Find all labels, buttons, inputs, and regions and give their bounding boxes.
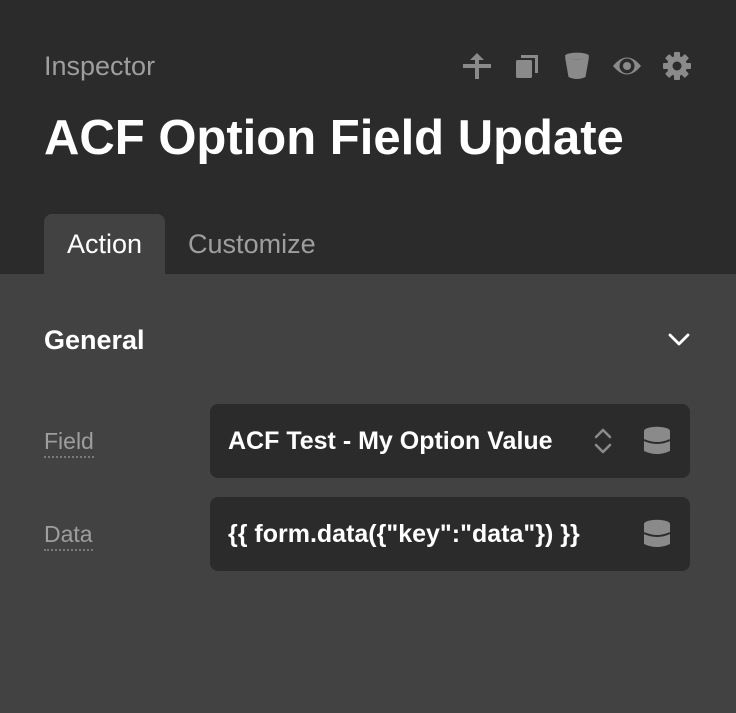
chevron-updown-icon xyxy=(594,428,612,454)
inspector-label: Inspector xyxy=(44,51,156,81)
inspector-tabs: Action Customize xyxy=(44,214,339,274)
eye-icon xyxy=(613,57,641,75)
field-row: Field ACF Test - My Option Value xyxy=(44,404,690,478)
field-select-value: ACF Test - My Option Value xyxy=(228,426,553,455)
database-icon xyxy=(643,426,671,454)
select-arrows xyxy=(588,421,618,461)
preview-button[interactable] xyxy=(612,51,642,81)
header-toolbar xyxy=(462,48,692,84)
field-label: Field xyxy=(44,427,210,458)
data-input[interactable]: {{ form.data({"key":"data"}) }} xyxy=(210,497,690,571)
database-icon xyxy=(643,519,671,547)
data-input-value: {{ form.data({"key":"data"}) }} xyxy=(228,519,580,548)
inspector-panel: Inspector ACF Option Field Update Action… xyxy=(0,0,736,713)
tab-action[interactable]: Action xyxy=(44,214,166,274)
data-label: Data xyxy=(44,520,210,551)
section-title: General xyxy=(44,324,145,355)
page-title: ACF Option Field Update xyxy=(44,111,624,165)
gear-icon xyxy=(663,52,691,80)
pin-icon xyxy=(463,53,491,79)
field-dynamic-data-button[interactable] xyxy=(640,421,674,461)
field-select[interactable]: ACF Test - My Option Value xyxy=(210,404,690,478)
tab-customize[interactable]: Customize xyxy=(165,214,339,274)
data-dynamic-data-button[interactable] xyxy=(640,514,674,554)
duplicate-button[interactable] xyxy=(512,51,542,81)
inspector-header: Inspector ACF Option Field Update Action… xyxy=(0,0,736,274)
data-row: Data {{ form.data({"key":"data"}) }} xyxy=(44,497,690,571)
delete-button[interactable] xyxy=(562,51,592,81)
field-label-text: Field xyxy=(44,427,94,458)
trash-icon xyxy=(565,52,589,79)
copy-icon xyxy=(516,55,538,78)
pin-button[interactable] xyxy=(462,51,492,81)
chevron-down-icon xyxy=(668,333,690,346)
data-label-text: Data xyxy=(44,520,93,551)
settings-button[interactable] xyxy=(662,51,692,81)
general-section-header[interactable]: General xyxy=(44,318,692,362)
